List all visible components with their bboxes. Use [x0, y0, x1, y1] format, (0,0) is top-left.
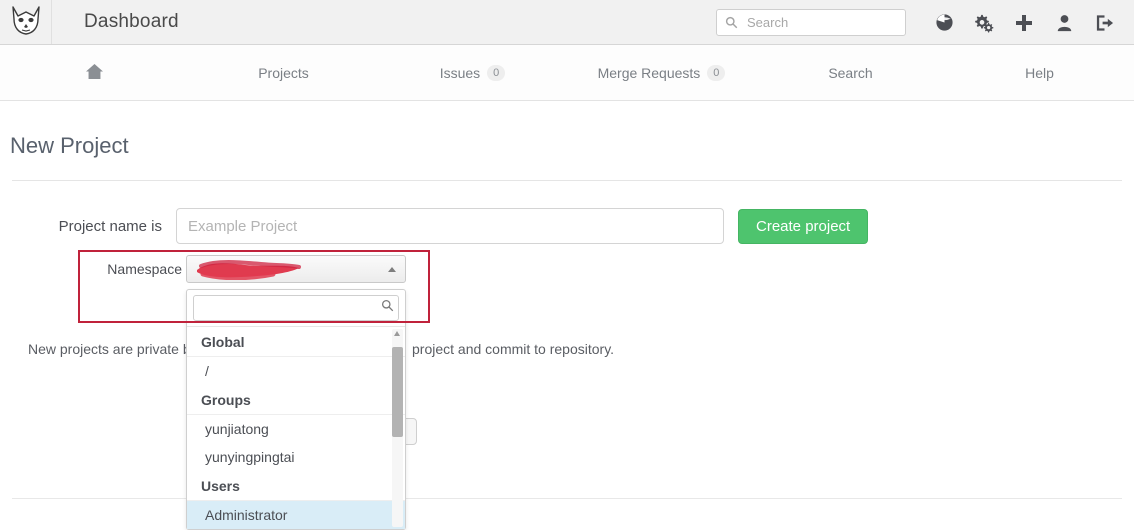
home-icon [85, 63, 104, 83]
nav-label-projects: Projects [258, 64, 309, 81]
namespace-label: Namespace [107, 261, 182, 277]
project-name-label: Project name is [58, 217, 162, 235]
namespace-option-yunyingpingtai[interactable]: yunyingpingtai [187, 443, 405, 471]
namespace-list-scrollbar[interactable] [392, 329, 403, 527]
search-icon [725, 16, 738, 29]
main-navbar: Projects Issues 0 Merge Requests 0 Searc… [0, 45, 1134, 101]
namespace-select-toggle[interactable] [186, 255, 406, 283]
plus-icon[interactable] [1004, 0, 1044, 45]
issues-count-badge: 0 [487, 64, 506, 81]
user-icon[interactable] [1044, 0, 1084, 45]
create-project-button[interactable]: Create project [738, 208, 869, 244]
namespace-options-list[interactable]: Global / Groups yunjiatong yunyingpingta… [187, 326, 405, 529]
nav-item-help[interactable]: Help [945, 45, 1134, 100]
namespace-option-root[interactable]: / [187, 356, 405, 385]
header-search-box[interactable] [716, 9, 925, 36]
nav-item-home[interactable] [0, 45, 189, 100]
merge-requests-count-badge: 0 [707, 64, 726, 81]
page-title: New Project [10, 133, 129, 158]
nav-item-search[interactable]: Search [756, 45, 945, 100]
namespace-option-administrator[interactable]: Administrator [187, 500, 405, 529]
namespace-dropdown-panel: Global / Groups yunjiatong yunyingpingta… [186, 289, 406, 530]
sign-out-icon[interactable] [1084, 0, 1124, 45]
top-header-bar: Dashboard [0, 0, 1134, 45]
privacy-hint-right: project and commit to repository. [412, 341, 615, 357]
nav-label-issues: Issues [439, 64, 481, 81]
nav-label-merge-requests: Merge Requests [597, 64, 701, 81]
namespace-group-heading-users: Users [201, 478, 240, 494]
search-input[interactable] [745, 14, 925, 31]
logo-container[interactable] [0, 0, 52, 44]
project-name-input[interactable] [176, 208, 724, 244]
fox-head-logo-icon [9, 4, 43, 41]
nav-item-projects[interactable]: Projects [189, 45, 378, 100]
project-name-row: Project name is Create project [0, 203, 1134, 249]
privacy-hint-left: New projects are private by [28, 341, 198, 357]
gears-icon[interactable] [964, 0, 1004, 45]
nav-item-merge-requests[interactable]: Merge Requests 0 [567, 45, 756, 100]
new-project-form: Project name is Create project New proje… [0, 181, 1134, 499]
nav-item-issues[interactable]: Issues 0 [378, 45, 567, 100]
namespace-option-yunjiatong[interactable]: yunjiatong [187, 414, 405, 443]
caret-up-icon [388, 267, 396, 272]
namespace-group-heading-groups: Groups [201, 392, 251, 408]
app-title: Dashboard [84, 11, 179, 32]
nav-label-help: Help [1025, 64, 1054, 81]
scroll-up-arrow-icon[interactable] [394, 331, 400, 336]
nav-label-search: Search [828, 64, 873, 81]
header-actions [716, 0, 1124, 45]
form-bottom-divider [12, 498, 1122, 499]
namespace-dropdown: Global / Groups yunjiatong yunyingpingta… [186, 255, 406, 530]
redaction-scribble [197, 260, 301, 280]
namespace-group-heading-global: Global [201, 334, 245, 350]
search-icon [381, 299, 394, 317]
globe-icon[interactable] [924, 0, 964, 45]
scrollbar-thumb[interactable] [392, 347, 403, 437]
namespace-search-box[interactable] [193, 295, 399, 321]
namespace-search-input[interactable] [201, 299, 381, 317]
